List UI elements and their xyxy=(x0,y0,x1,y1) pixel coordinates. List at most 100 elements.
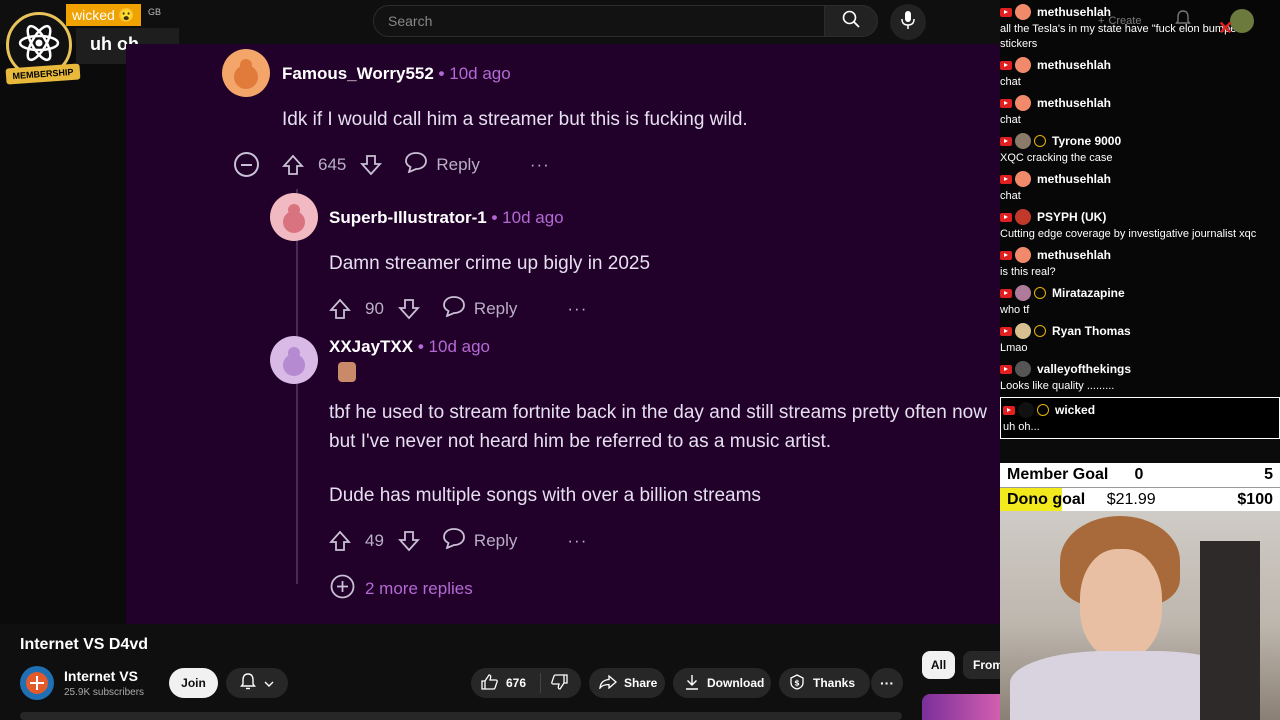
webcam-chair xyxy=(1200,541,1260,720)
chat-message-header: Tyrone 9000 xyxy=(1000,131,1280,151)
chat-text: is this real? xyxy=(1000,266,1056,278)
emoji-icon: 😮 xyxy=(117,6,136,23)
chat-avatar[interactable] xyxy=(1015,323,1031,339)
chat-username[interactable]: Ryan Thomas xyxy=(1052,324,1131,339)
avatar[interactable] xyxy=(270,193,318,241)
minus-icon xyxy=(241,163,252,166)
chat-message-header: methusehlah xyxy=(1000,245,1280,265)
more-replies-link[interactable]: 2 more replies xyxy=(330,574,473,604)
video-thumbnail[interactable] xyxy=(922,694,1000,720)
chat-avatar[interactable] xyxy=(1018,402,1034,418)
chat-text: XQC cracking the case xyxy=(1000,152,1113,164)
chat-avatar[interactable] xyxy=(1015,95,1031,111)
reply-button[interactable]: Reply xyxy=(442,295,517,322)
comment-text: Damn streamer crime up bigly in 2025 xyxy=(329,253,651,274)
chat-username[interactable]: methusehlah xyxy=(1037,96,1111,111)
chat-avatar[interactable] xyxy=(1015,133,1031,149)
upvote-icon[interactable] xyxy=(327,528,353,554)
chat-avatar[interactable] xyxy=(1015,247,1031,263)
download-button[interactable]: Download xyxy=(673,668,771,698)
goals-panel: Member Goal 0 5 Dono goal $21.99 $100 xyxy=(1000,463,1280,511)
chat-username[interactable]: Tyrone 9000 xyxy=(1052,134,1121,149)
chat-username[interactable]: valleyofthekings xyxy=(1037,362,1131,377)
share-button[interactable]: Share xyxy=(589,668,665,698)
notifications-button[interactable] xyxy=(226,668,288,698)
chat-message-header: valleyofthekings xyxy=(1000,359,1280,379)
comment-author[interactable]: Famous_Worry552 • 10d ago xyxy=(282,64,511,84)
youtube-icon xyxy=(1000,250,1012,260)
chat-message: PSYPH (UK) Cutting edge coverage by inves… xyxy=(1000,205,1280,243)
more-options-button[interactable]: ··· xyxy=(567,299,587,319)
voice-search-button[interactable] xyxy=(890,4,926,40)
progress-track xyxy=(20,712,902,720)
member-goal-target: 5 xyxy=(1264,466,1273,483)
chat-message: Tyrone 9000 XQC cracking the case xyxy=(1000,129,1280,167)
member-badge-icon xyxy=(1034,287,1046,299)
chat-username[interactable]: wicked xyxy=(1055,403,1095,418)
dono-goal-label: Dono goal xyxy=(1007,490,1086,508)
close-icon[interactable]: ✕ xyxy=(1218,18,1233,39)
bell-icon[interactable] xyxy=(1175,10,1192,32)
chat-username[interactable]: methusehlah xyxy=(1037,248,1111,263)
chat-username[interactable]: Miratazapine xyxy=(1052,286,1125,301)
comment-stage: Famous_Worry552 • 10d ago Idk if I would… xyxy=(126,44,1000,624)
overlay-name-badge: wicked 😮 xyxy=(66,4,142,26)
upvote-icon[interactable] xyxy=(327,296,353,322)
create-button[interactable]: + Create xyxy=(1098,15,1141,27)
avatar[interactable] xyxy=(270,336,318,384)
video-info-bar: Internet VS D4vd Internet VS 25.9K subsc… xyxy=(0,624,1003,720)
chat-avatar[interactable] xyxy=(1015,171,1031,187)
account-avatar[interactable] xyxy=(1230,9,1254,33)
downvote-icon[interactable] xyxy=(396,528,422,554)
chat-username[interactable]: methusehlah xyxy=(1037,172,1111,187)
bell-icon xyxy=(240,673,256,693)
channel-avatar[interactable] xyxy=(20,666,54,700)
reply-button[interactable]: Reply xyxy=(404,151,480,178)
download-icon xyxy=(685,674,699,693)
chat-avatar[interactable] xyxy=(1015,285,1031,301)
reply-button[interactable]: Reply xyxy=(442,527,517,554)
chat-username[interactable]: PSYPH (UK) xyxy=(1037,210,1106,225)
search-button[interactable] xyxy=(824,5,878,37)
chat-avatar[interactable] xyxy=(1015,361,1031,377)
comment-author[interactable]: XXJayTXX • 10d ago xyxy=(329,337,490,357)
channel-name[interactable]: Internet VS xyxy=(64,668,138,684)
collapse-thread-button[interactable] xyxy=(234,152,259,177)
dono-goal-target: $100 xyxy=(1237,490,1273,508)
upvote-icon[interactable] xyxy=(280,152,306,178)
downvote-icon[interactable] xyxy=(358,152,384,178)
chat-avatar[interactable] xyxy=(1015,4,1031,20)
chat-message-header: wicked xyxy=(1003,400,1277,420)
youtube-icon xyxy=(1000,98,1012,108)
chip-all[interactable]: All xyxy=(922,651,955,679)
downvote-icon[interactable] xyxy=(396,296,422,322)
dislike-button[interactable] xyxy=(541,673,568,693)
chat-avatar[interactable] xyxy=(1015,209,1031,225)
speech-bubble-icon xyxy=(442,527,466,554)
comment-actions: 645 Reply ··· xyxy=(280,151,550,178)
more-actions-button[interactable]: ··· xyxy=(871,668,903,698)
chat-text: Looks like quality ......... xyxy=(1000,380,1115,392)
chat-message-header: methusehlah xyxy=(1000,169,1280,189)
chat-message: methusehlah chat xyxy=(1000,91,1280,129)
more-options-button[interactable]: ··· xyxy=(530,155,550,175)
chat-message-header: Ryan Thomas xyxy=(1000,321,1280,341)
thanks-button[interactable]: $ Thanks xyxy=(779,668,870,698)
svg-text:$: $ xyxy=(794,678,800,687)
like-button[interactable]: 676 xyxy=(471,673,541,693)
youtube-icon xyxy=(1000,136,1012,146)
comment-author[interactable]: Superb-Illustrator-1 • 10d ago xyxy=(329,208,564,228)
chat-username[interactable]: methusehlah xyxy=(1037,58,1111,73)
overlay-username: wicked xyxy=(72,7,115,23)
chat-text: chat xyxy=(1000,76,1021,88)
chip-from[interactable]: From xyxy=(963,651,1003,679)
chat-message: Ryan Thomas Lmao xyxy=(1000,319,1280,357)
member-badge-icon xyxy=(1034,135,1046,147)
search-input[interactable]: Search xyxy=(373,5,825,37)
microphone-icon xyxy=(901,10,915,34)
comment-text: Dude has multiple songs with over a bill… xyxy=(329,485,761,506)
more-options-button[interactable]: ··· xyxy=(567,531,587,551)
join-button[interactable]: Join xyxy=(169,668,218,698)
chat-avatar[interactable] xyxy=(1015,57,1031,73)
avatar[interactable] xyxy=(222,49,270,97)
